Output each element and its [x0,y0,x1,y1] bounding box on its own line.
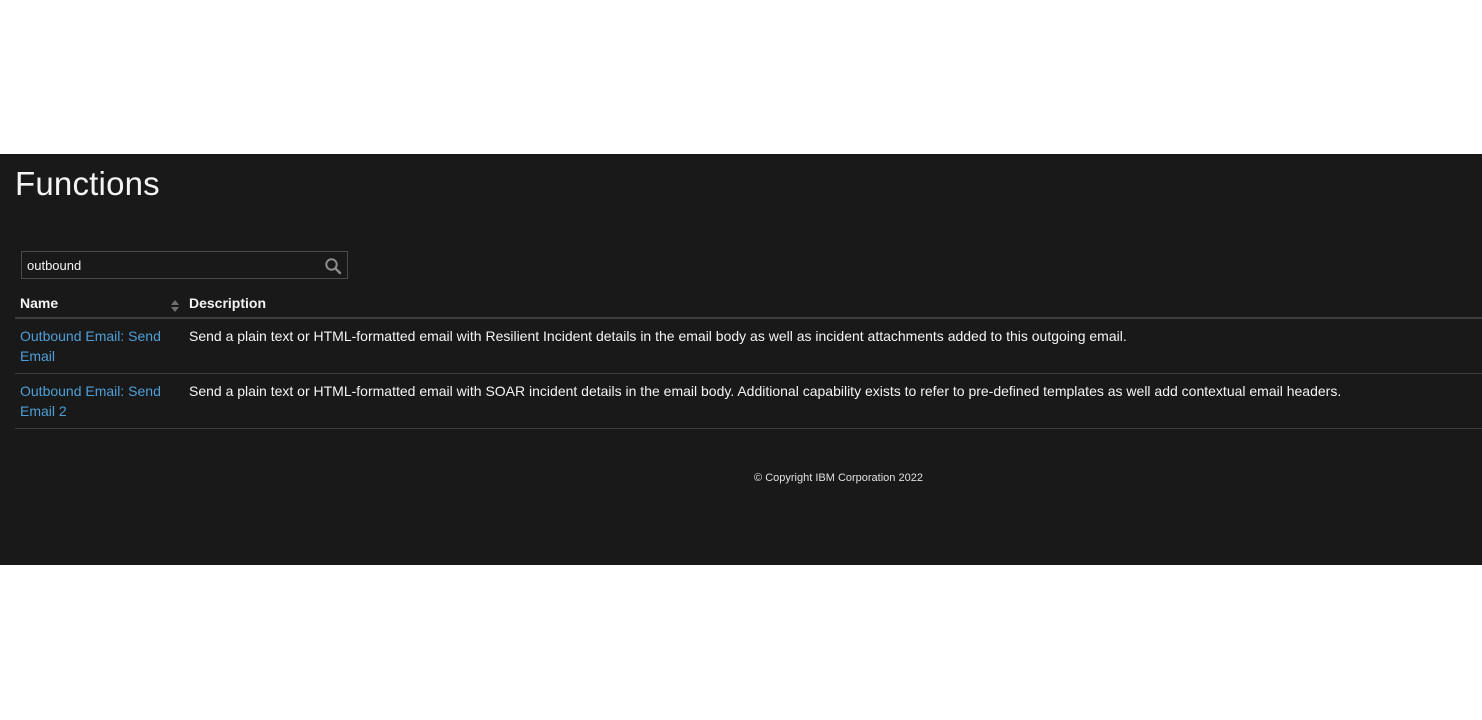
search-icon[interactable] [324,257,342,275]
sort-icon[interactable] [170,299,180,313]
table-cell-description: Send a plain text or HTML-formatted emai… [184,373,1482,429]
page-title: Functions [15,165,160,202]
column-header-name-label: Name [20,294,59,311]
table-cell-name: Outbound Email: Send Email [15,318,184,374]
table-row: Outbound Email: Send Email Send a plain … [15,318,1482,374]
function-link[interactable]: Outbound Email: Send Email [20,328,161,364]
top-blank-area [0,0,1482,154]
column-header-description: Description [184,289,1482,319]
function-link[interactable]: Outbound Email: Send Email 2 [20,383,161,419]
table-row: Outbound Email: Send Email 2 Send a plai… [15,373,1482,429]
table-header-row: Name Description [15,289,1482,319]
column-header-description-label: Description [189,294,267,311]
functions-panel: Functions Name [0,154,1482,565]
search-box [21,251,348,279]
copyright-footer: © Copyright IBM Corporation 2022 [754,472,923,484]
search-input[interactable] [22,252,322,278]
bottom-blank-area [0,565,1482,720]
table-cell-name: Outbound Email: Send Email 2 [15,373,184,429]
table-cell-description: Send a plain text or HTML-formatted emai… [184,318,1482,374]
column-header-name[interactable]: Name [15,289,184,319]
functions-table: Name Description Outbound Email: Send Em… [15,289,1482,429]
